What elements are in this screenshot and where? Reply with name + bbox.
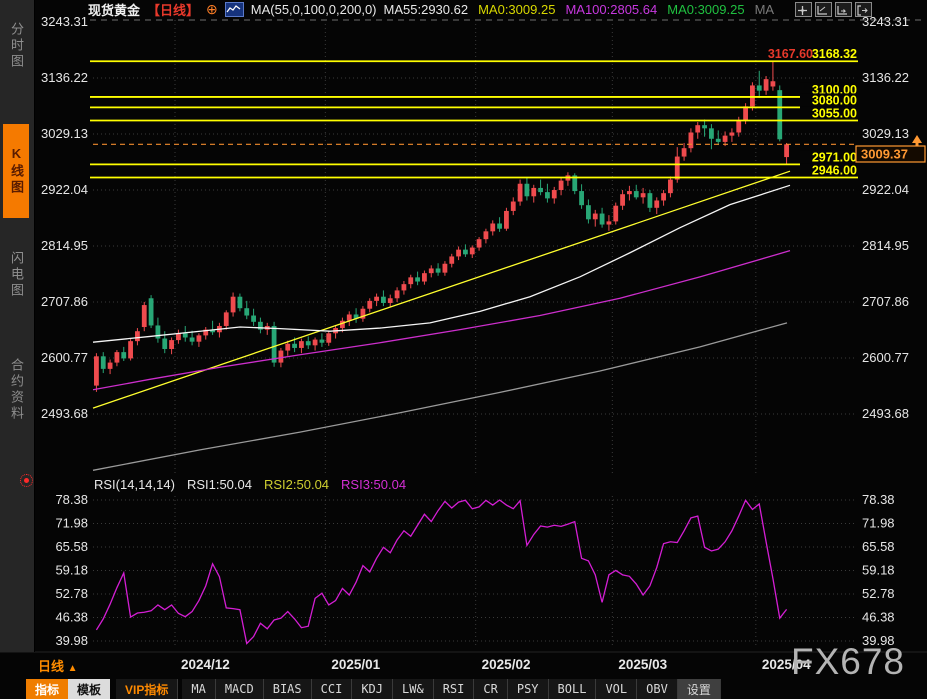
svg-text:78.38: 78.38 (55, 492, 88, 507)
toolbar-item-LW&[interactable]: LW& (393, 679, 434, 699)
ma-value-label: MA0:3009.25 (667, 2, 744, 17)
toolbar-item-VIP指标[interactable]: VIP指标 (116, 679, 178, 699)
ma-value-label: MA55:2930.62 (384, 2, 469, 17)
toolbar-item-模板[interactable]: 模板 (68, 679, 110, 699)
month-label: 2024/12 (181, 657, 230, 672)
ma-value-label: MA100:2805.64 (565, 2, 657, 17)
svg-text:71.98: 71.98 (862, 516, 895, 531)
toolbar-item-KDJ[interactable]: KDJ (352, 679, 393, 699)
period-selector-label: 日线 (38, 659, 64, 674)
rsi-settings-label: RSI(14,14,14) (94, 477, 175, 492)
price-chart-canvas[interactable]: 3168.323100.003080.003055.002971.002946.… (0, 0, 927, 699)
svg-text:2814.95: 2814.95 (862, 238, 909, 253)
toolbar-item-MACD[interactable]: MACD (216, 679, 264, 699)
svg-text:2922.04: 2922.04 (41, 182, 88, 197)
ma-line-trendline (93, 171, 790, 408)
period-selector[interactable]: 日线 ▲ (38, 656, 78, 675)
svg-text:52.78: 52.78 (862, 586, 895, 601)
toolbar-item-PSY[interactable]: PSY (508, 679, 549, 699)
svg-text:2922.04: 2922.04 (862, 182, 909, 197)
svg-text:2707.86: 2707.86 (41, 294, 88, 309)
svg-text:3243.31: 3243.31 (41, 14, 88, 29)
sidebar-tab-K线图[interactable]: K线图 (3, 124, 29, 218)
svg-text:2600.77: 2600.77 (41, 350, 88, 365)
toolbar-item-OBV[interactable]: OBV (637, 679, 678, 699)
ma-line-MA55 (93, 185, 790, 342)
rsi-value-label: RSI2:50.04 (264, 477, 329, 492)
symbol-title: 现货黄金 (88, 0, 140, 19)
ma-settings-label: MA(55,0,100,0,200,0) (251, 2, 377, 17)
month-label: 2025/02 (482, 657, 531, 672)
high-price-label: 3167.60 (768, 47, 813, 61)
toolbar-item-CR[interactable]: CR (474, 679, 507, 699)
brand-watermark: FX678 (791, 641, 905, 683)
toolbar-item-BIAS[interactable]: BIAS (264, 679, 312, 699)
chart-header: 现货黄金 【日线】 ⊕ MA(55,0,100,0,200,0) MA55:29… (88, 1, 774, 17)
left-sidebar: 分时图 K线图闪电图合约资料 (0, 0, 35, 652)
svg-text:46.38: 46.38 (862, 610, 895, 625)
svg-text:2493.68: 2493.68 (862, 406, 909, 421)
rsi-value-label: RSI3:50.04 (341, 477, 406, 492)
svg-text:59.18: 59.18 (862, 563, 895, 578)
toolbar-item-RSI[interactable]: RSI (434, 679, 475, 699)
toolbar-item-BOLL[interactable]: BOLL (549, 679, 597, 699)
sidebar-tab-闪电图[interactable]: 闪电图 (3, 228, 29, 322)
toolbar-item-VOL[interactable]: VOL (596, 679, 637, 699)
svg-text:52.78: 52.78 (55, 586, 88, 601)
svg-text:78.38: 78.38 (862, 492, 895, 507)
window-controls (795, 2, 872, 17)
zoom-axes-icon[interactable] (815, 2, 832, 17)
svg-text:65.58: 65.58 (55, 539, 88, 554)
record-dot-icon[interactable] (20, 474, 33, 487)
svg-text:3136.22: 3136.22 (862, 70, 909, 85)
svg-text:3136.22: 3136.22 (41, 70, 88, 85)
rsi-value-label: RSI1:50.04 (187, 477, 252, 492)
ma-value-label: MA (755, 2, 775, 17)
ma-line-MA200 (93, 323, 787, 470)
hline-label: 3055.00 (812, 106, 857, 120)
svg-text:71.98: 71.98 (55, 516, 88, 531)
hline-label: 3080.00 (812, 93, 857, 107)
sidebar-tab-合约资料[interactable]: 合约资料 (3, 330, 29, 450)
pan-chart-icon[interactable] (835, 2, 852, 17)
current-price-label: 3009.37 (861, 147, 908, 162)
month-label: 2025/03 (618, 657, 667, 672)
chevron-up-icon: ▲ (68, 663, 78, 674)
hline-label: 3168.32 (812, 47, 857, 61)
price-flag-icon (912, 135, 922, 147)
rsi-line (96, 500, 786, 643)
ma-values: MA55:2930.62 MA0:3009.25 MA100:2805.64 MA0:… (384, 2, 775, 17)
period-tag: 【日线】 (147, 0, 199, 19)
hline-label: 2946.00 (812, 163, 857, 177)
toolbar-item-指标[interactable]: 指标 (26, 679, 68, 699)
toolbar-item-CCI[interactable]: CCI (312, 679, 353, 699)
bottom-toolbar: 指标模板 VIP指标MAMACDBIASCCIKDJLW&RSICRPSYBOLL… (26, 679, 721, 699)
chart-type-icon[interactable] (225, 2, 244, 17)
svg-text:39.98: 39.98 (55, 633, 88, 648)
svg-text:2600.77: 2600.77 (862, 350, 909, 365)
svg-text:3029.13: 3029.13 (862, 126, 909, 141)
trading-app-window: 3168.323100.003080.003055.002971.002946.… (0, 0, 927, 699)
svg-text:3029.13: 3029.13 (41, 126, 88, 141)
hline-label: 2971.00 (812, 150, 857, 164)
toolbar-item-设置[interactable]: 设置 (678, 679, 721, 699)
rsi-header: RSI(14,14,14) RSI1:50.04 RSI2:50.04 RSI3:5… (94, 477, 406, 492)
rsi-values: RSI1:50.04 RSI2:50.04 RSI3:50.04 (187, 477, 406, 492)
exit-chart-icon[interactable] (855, 2, 872, 17)
svg-text:59.18: 59.18 (55, 563, 88, 578)
svg-text:2707.86: 2707.86 (862, 294, 909, 309)
svg-text:2493.68: 2493.68 (41, 406, 88, 421)
rsi-pane[interactable] (96, 500, 786, 643)
ma-value-label: MA0:3009.25 (478, 2, 555, 17)
svg-text:46.38: 46.38 (55, 610, 88, 625)
crosshair-tool-icon[interactable] (795, 2, 812, 17)
toolbar-item-MA[interactable]: MA (182, 679, 215, 699)
svg-text:2814.95: 2814.95 (41, 238, 88, 253)
add-indicator-icon[interactable]: ⊕ (206, 1, 218, 18)
month-label: 2025/01 (331, 657, 380, 672)
candlestick-pane[interactable]: 3168.323100.003080.003055.002971.002946.… (90, 47, 925, 470)
svg-text:65.58: 65.58 (862, 539, 895, 554)
sidebar-tab-分时图[interactable]: 分时图 (3, 6, 29, 86)
